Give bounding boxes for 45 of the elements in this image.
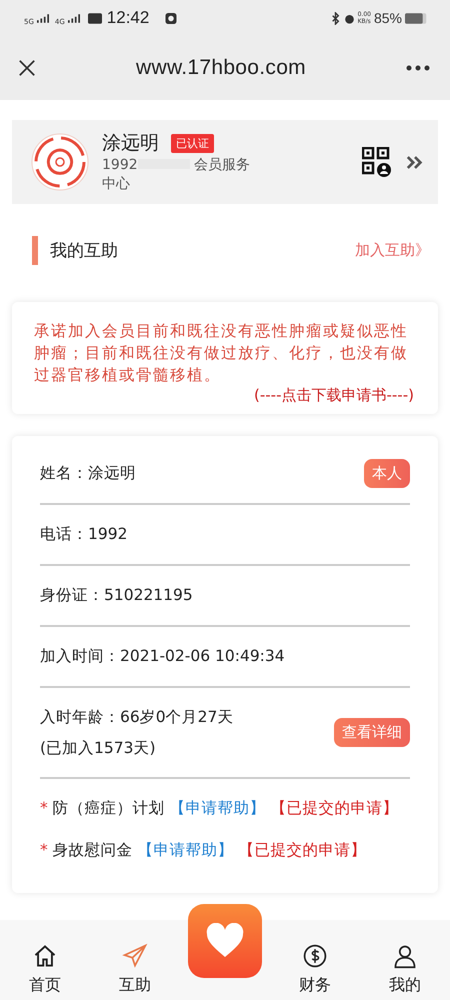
app-icon [164, 12, 178, 24]
tab[interactable]: 我的 [370, 943, 440, 996]
double-chevron-icon[interactable] [406, 154, 424, 170]
battery-icon [405, 12, 428, 24]
heart-icon [205, 923, 245, 959]
apply-link[interactable]: 【申请帮助】 [138, 841, 234, 859]
field-text: 入时年龄：66岁0个月27天 [40, 706, 234, 728]
paper-plane-icon [122, 943, 148, 969]
notice-text: 承诺加入会员目前和既往没有恶性肿瘤或疑似恶性肿瘤；目前和既往没有做过放疗、化疗，也没有做过器官移植或骨髓移植。 [34, 321, 409, 386]
action-button[interactable]: 本人 [364, 459, 410, 488]
field-text: 电话：1992 [40, 524, 128, 545]
page-title: www.17hboo.com [136, 56, 306, 80]
section-title: 我的互助 [50, 240, 119, 262]
battery-level: 85% [374, 10, 402, 26]
profile-card[interactable]: 涂远明 已认证 1992 会员服务中心 [12, 120, 438, 204]
action-button[interactable]: 查看详细 [334, 718, 410, 747]
clock: 12:42 [106, 8, 150, 28]
member-info: 1992 会员服务中心 [102, 156, 252, 194]
close-icon[interactable] [18, 59, 36, 77]
days-joined: (已加入1573天) [40, 738, 157, 758]
signal-icon [68, 14, 80, 22]
field-text: 身份证：510221195 [40, 585, 193, 606]
qr-code-icon[interactable] [362, 147, 392, 177]
tab[interactable]: 财务 [280, 943, 350, 996]
section-marker [32, 236, 38, 264]
home-icon [32, 943, 58, 969]
tab[interactable]: 互助 [100, 943, 170, 996]
plan-text: * 身故慰问金 【申请帮助】 【已提交的申请】 [40, 840, 368, 861]
dollar-icon [302, 943, 328, 969]
more-icon[interactable] [406, 65, 430, 71]
signal-icon [36, 14, 49, 22]
center-button[interactable] [188, 904, 262, 978]
field-text: 加入时间：2021-02-06 10:49:34 [40, 646, 285, 667]
tab[interactable]: 首页 [10, 943, 80, 996]
user-icon [392, 943, 418, 969]
member-name: 涂远明 [102, 131, 159, 156]
apply-link[interactable]: 【申请帮助】 [170, 799, 266, 817]
join-link[interactable]: 加入互助》 [355, 240, 430, 260]
download-link[interactable]: (----点击下载申请书----) [254, 386, 414, 404]
plan-text: * 防（癌症）计划 【申请帮助】 【已提交的申请】 [40, 798, 400, 819]
field-text: 姓名：涂远明 [40, 463, 136, 484]
hd-icon [88, 12, 102, 24]
verified-badge: 已认证 [171, 134, 214, 152]
logo-icon [30, 132, 90, 192]
bluetooth-icon [330, 12, 341, 24]
